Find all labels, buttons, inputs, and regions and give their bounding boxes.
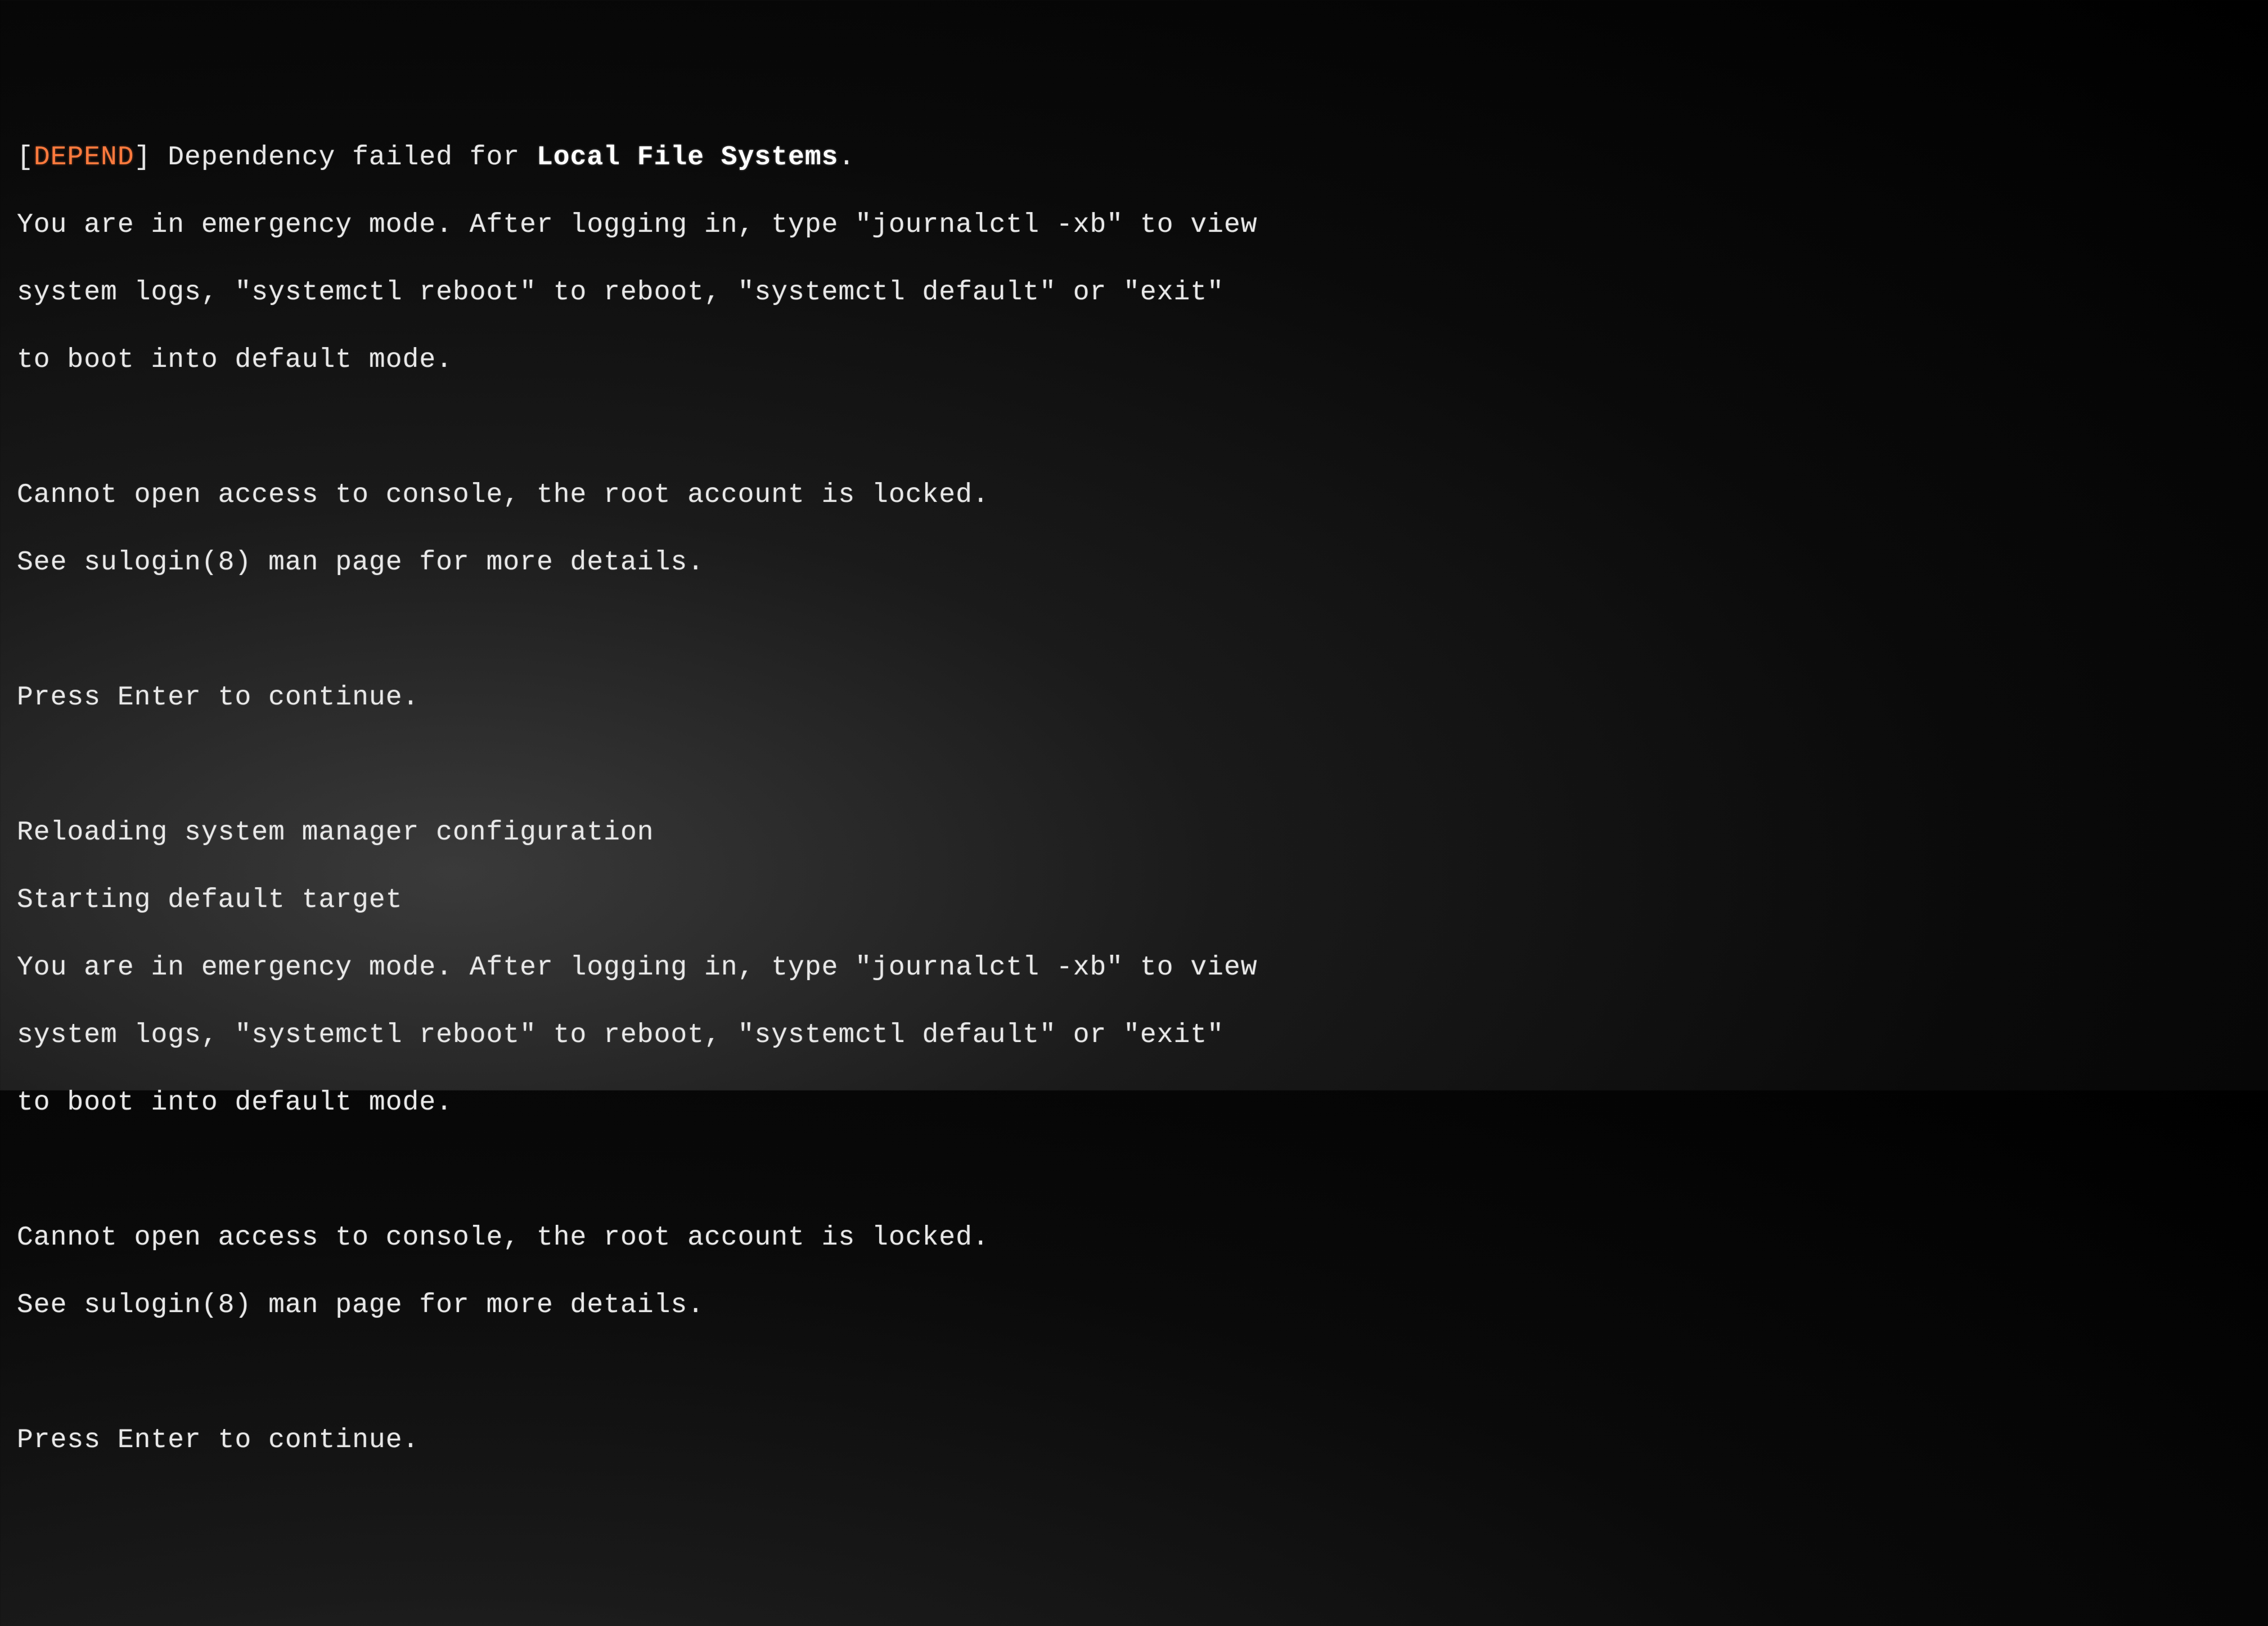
- root-locked-line: Cannot open access to console, the root …: [17, 478, 2251, 512]
- blank-line: [17, 613, 2251, 647]
- depend-tag: DEPEND: [34, 142, 134, 173]
- press-enter-prompt[interactable]: Press Enter to continue.: [17, 681, 2251, 715]
- blank-line: [17, 748, 2251, 782]
- emergency-console[interactable]: { "colors": { "depend_tag": "#ff7a3d", "…: [0, 0, 2268, 1090]
- depend-bold-target: Local File Systems: [537, 142, 838, 173]
- reloading-config-line: Reloading system manager configuration: [17, 816, 2251, 850]
- blank-line: [17, 1356, 2251, 1390]
- blank-line: [17, 1153, 2251, 1187]
- depend-text-post: .: [838, 142, 855, 173]
- emergency-mode-line-1b: You are in emergency mode. After logging…: [17, 951, 2251, 985]
- bracket-open: [: [17, 142, 34, 173]
- emergency-mode-line-2: system logs, "systemctl reboot" to reboo…: [17, 276, 2251, 309]
- blank-line: [17, 411, 2251, 444]
- press-enter-prompt-2[interactable]: Press Enter to continue.: [17, 1423, 2251, 1457]
- emergency-mode-line-1: You are in emergency mode. After logging…: [17, 208, 2251, 242]
- sulogin-hint-line: See sulogin(8) man page for more details…: [17, 546, 2251, 580]
- emergency-mode-line-3: to boot into default mode.: [17, 343, 2251, 377]
- emergency-mode-line-2b: system logs, "systemctl reboot" to reboo…: [17, 1018, 2251, 1052]
- sulogin-hint-line-2: See sulogin(8) man page for more details…: [17, 1288, 2251, 1322]
- emergency-mode-line-3b: to boot into default mode.: [17, 1086, 2251, 1120]
- console-line-depend: [DEPEND] Dependency failed for Local Fil…: [17, 141, 2251, 174]
- root-locked-line-2: Cannot open access to console, the root …: [17, 1221, 2251, 1255]
- depend-text-mid: ] Dependency failed for: [134, 142, 537, 173]
- starting-default-target-line: Starting default target: [17, 883, 2251, 917]
